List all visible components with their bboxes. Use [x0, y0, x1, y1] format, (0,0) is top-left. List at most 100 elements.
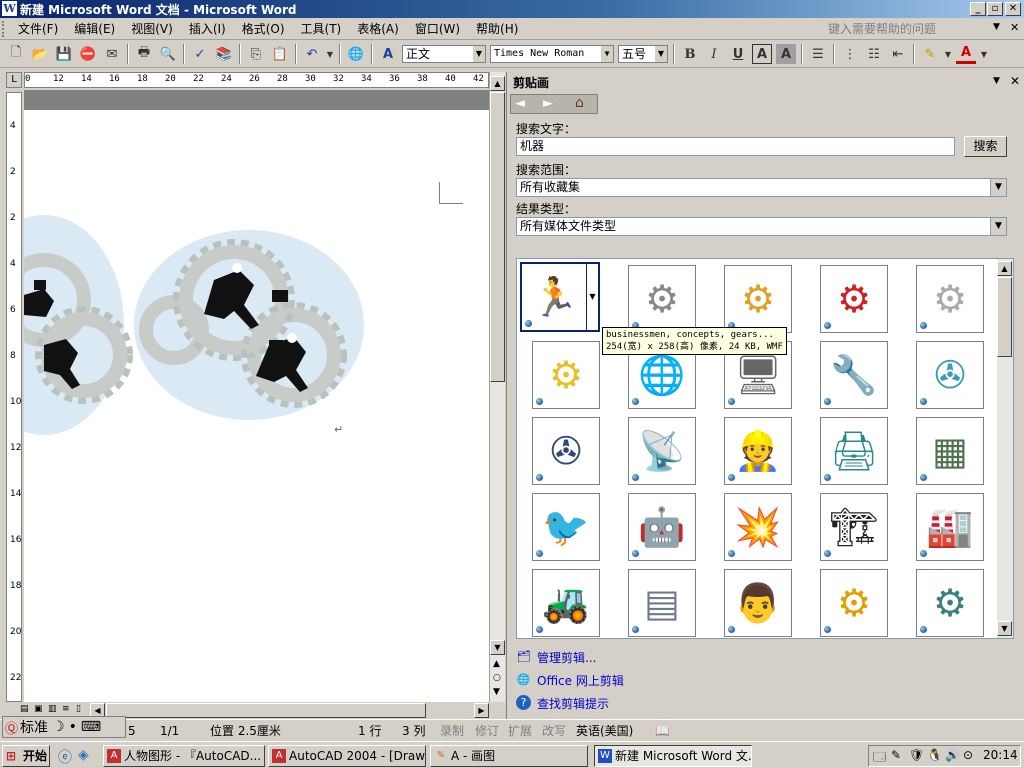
task-autocad-figures[interactable]: A 人物图形 - 『AutoCAD... — [103, 745, 265, 767]
minimize-button[interactable]: _ — [970, 2, 986, 16]
ime-logo-icon[interactable]: Ⓠ — [5, 718, 18, 737]
tray-volume-icon[interactable]: 🔊 — [945, 748, 960, 762]
search-input[interactable]: 机器 — [516, 137, 955, 156]
tray-qq-icon[interactable]: 🐧 — [927, 748, 942, 762]
font-size-combo[interactable]: 五号 ▼ — [618, 45, 668, 63]
tray-network-icon[interactable]: ⊙ — [963, 748, 973, 762]
clip-thumbnail[interactable]: ⚙ — [628, 265, 696, 333]
open-folder-icon[interactable]: 📂 — [30, 44, 50, 64]
clip-menu-dropdown-icon[interactable]: ▼ — [586, 264, 598, 330]
status-record[interactable]: 录制 — [440, 723, 464, 739]
task-paint[interactable]: ✎ A - 画图 — [430, 745, 588, 767]
undo-icon[interactable]: ↶ — [302, 44, 322, 64]
results-scroll-down-button[interactable]: ▼ — [997, 621, 1012, 636]
next-page-icon[interactable]: ▼ — [493, 687, 500, 697]
clip-thumbnail[interactable]: ▤ — [628, 569, 696, 637]
clip-thumbnail[interactable]: 🏗 — [820, 493, 888, 561]
horizontal-ruler[interactable]: 0 12 14 16 18 20 22 24 26 28 30 32 34 36 38 40 42 — [24, 72, 489, 88]
close-document-icon[interactable]: ✕ — [1010, 21, 1019, 34]
outline-view-icon[interactable]: ≡ — [62, 704, 70, 714]
print-preview-icon[interactable]: 🔍 — [158, 44, 178, 64]
restore-button[interactable]: ▫ — [987, 2, 1003, 16]
align-center-icon[interactable]: ☰ — [808, 44, 828, 64]
clip-thumbnail[interactable]: 📡 — [628, 417, 696, 485]
forward-icon[interactable]: ► — [543, 96, 553, 111]
ime-mode[interactable]: 标准 — [20, 717, 48, 737]
chevron-down-icon[interactable]: ▼ — [601, 46, 613, 62]
help-question-box[interactable]: 键入需要帮助的问题 — [828, 20, 1008, 38]
permission-icon[interactable]: ⛔ — [78, 44, 98, 64]
clip-thumbnail[interactable]: 🏃 ▼ — [520, 262, 600, 332]
web-view-icon[interactable]: ▣ — [34, 704, 43, 714]
scroll-thumb[interactable] — [490, 92, 505, 382]
clip-thumbnail[interactable]: ⚙ — [820, 265, 888, 333]
vertical-scrollbar[interactable]: ▲ ▼ ▲ ○ ▼ — [489, 72, 505, 702]
save-icon[interactable]: 💾 — [54, 44, 74, 64]
spelling-icon[interactable]: ✓ — [190, 44, 210, 64]
menu-format[interactable]: 格式(O) — [234, 18, 293, 40]
chevron-down-icon[interactable]: ▼ — [990, 179, 1006, 196]
tray-app-icon[interactable]: 🗔 — [873, 748, 886, 768]
underline-button[interactable]: U — [728, 44, 748, 64]
clip-thumbnail[interactable]: ⚙ — [724, 265, 792, 333]
select-browse-object-icon[interactable]: ○ — [493, 673, 501, 683]
start-button[interactable]: ⊞ 开始 — [2, 745, 50, 767]
reading-view-icon[interactable]: ▯ — [76, 704, 81, 714]
style-combo[interactable]: 正文 ▼ — [402, 45, 486, 63]
result-type-select[interactable]: 所有媒体文件类型 ▼ — [516, 217, 1007, 236]
new-document-icon[interactable]: 🗋 — [6, 44, 26, 64]
print-icon[interactable]: 🖶 — [134, 44, 154, 64]
search-scope-select[interactable]: 所有收藏集 ▼ — [516, 178, 1007, 197]
clip-thumbnail[interactable]: ✇ — [532, 417, 600, 485]
tray-pen-icon[interactable]: ✎ — [891, 748, 901, 762]
results-scroll-thumb[interactable] — [997, 277, 1012, 357]
status-language[interactable]: 英语(美国) — [576, 723, 633, 739]
task-word[interactable]: W 新建 Microsoft Word 文... — [594, 745, 752, 767]
email-icon[interactable]: ✉ — [102, 44, 122, 64]
chevron-down-icon[interactable]: ▼ — [473, 46, 485, 62]
task-autocad-2004[interactable]: AAutoCAD 2004 - [Drawin... — [268, 745, 426, 767]
print-view-icon[interactable]: ▥ — [48, 704, 57, 714]
styles-formatting-icon[interactable]: A — [378, 44, 398, 64]
ime-toolbar[interactable]: Ⓠ 标准 ☽ • ⌨ — [2, 716, 126, 738]
status-track-changes[interactable]: 修订 — [475, 723, 499, 739]
clip-thumbnail[interactable]: 🤖 — [628, 493, 696, 561]
clip-thumbnail[interactable]: ▦ — [916, 417, 984, 485]
font-combo[interactable]: Times New Roman ▼ — [490, 45, 614, 63]
tab-selector[interactable]: L — [6, 72, 22, 88]
character-shading-button[interactable]: A — [776, 44, 796, 64]
chevron-down-icon[interactable]: ▼ — [655, 46, 667, 62]
font-color-dropdown-icon[interactable]: ▼ — [980, 44, 988, 64]
clip-thumbnail[interactable]: 👨 — [724, 569, 792, 637]
scroll-down-button[interactable]: ▼ — [490, 640, 505, 655]
ie-icon[interactable]: ⓔ — [58, 747, 72, 767]
office-online-link[interactable]: 🌐 Office 网上剪辑 — [516, 672, 624, 689]
status-extend[interactable]: 扩展 — [508, 723, 532, 739]
character-border-button[interactable]: A — [752, 44, 772, 64]
globe-icon[interactable]: 🌐 — [346, 44, 366, 64]
font-color-button[interactable]: A — [956, 44, 976, 64]
italic-button[interactable]: I — [704, 44, 724, 64]
help-dropdown-icon[interactable]: ▼ — [993, 22, 1000, 32]
results-scroll-up-button[interactable]: ▲ — [997, 261, 1012, 276]
clipart-businessmen-gears[interactable] — [24, 110, 489, 702]
pane-menu-dropdown-icon[interactable]: ▼ — [993, 76, 1000, 86]
results-scrollbar[interactable]: ▲ ▼ — [997, 259, 1013, 638]
tray-antivirus-icon[interactable]: 🛡 — [909, 748, 924, 762]
menu-window[interactable]: 窗口(W) — [407, 18, 468, 40]
keyboard-icon[interactable]: ⌨ — [81, 719, 101, 735]
research-icon[interactable]: 📚 — [214, 44, 234, 64]
chevron-down-icon[interactable]: ▼ — [990, 218, 1006, 235]
scroll-right-button[interactable]: ▶ — [474, 703, 489, 718]
undo-dropdown-icon[interactable]: ▼ — [326, 44, 334, 64]
clip-thumbnail[interactable]: 🚜 — [532, 569, 600, 637]
close-button[interactable]: ✕ — [1005, 2, 1021, 16]
home-icon[interactable]: ⌂ — [575, 95, 584, 111]
clip-thumbnail[interactable]: 🏭 — [916, 493, 984, 561]
bullets-icon[interactable]: ☷ — [864, 44, 884, 64]
menu-table[interactable]: 表格(A) — [349, 18, 407, 40]
document-page[interactable]: ↵ — [24, 110, 489, 702]
copy-icon[interactable]: ⎘ — [246, 44, 266, 64]
clip-thumbnail[interactable]: ✇ — [916, 341, 984, 409]
pane-close-icon[interactable]: ✕ — [1010, 74, 1020, 88]
